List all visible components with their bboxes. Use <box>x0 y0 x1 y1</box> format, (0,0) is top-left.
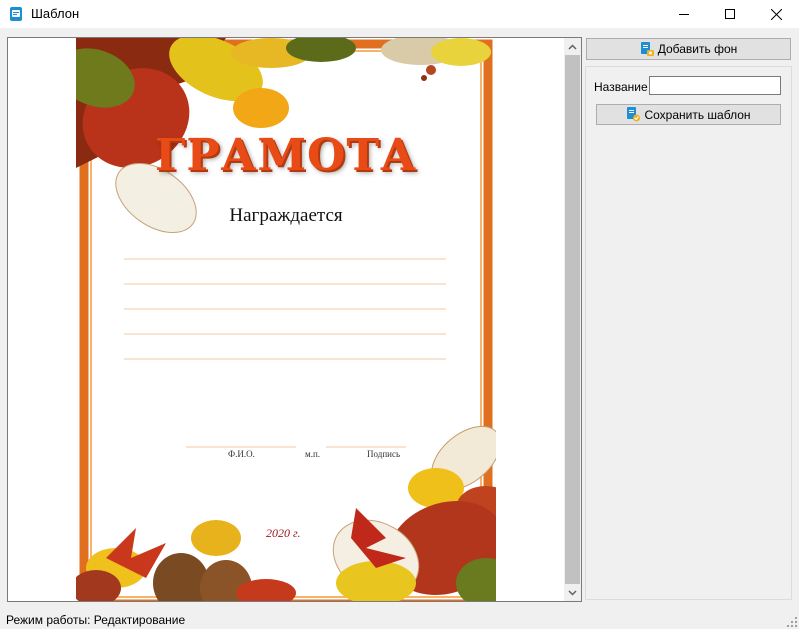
signature-label-signature: Подпись <box>367 449 401 459</box>
window-title: Шаблон <box>31 6 80 21</box>
chevron-up-icon <box>568 43 577 50</box>
close-button[interactable] <box>753 0 799 28</box>
template-canvas[interactable]: ГРАМОТА Награждается Ф.И.О. м.п. Подпись… <box>7 37 582 602</box>
minimize-button[interactable] <box>661 0 707 28</box>
chevron-down-icon <box>568 589 577 596</box>
certificate-year: 2020 г. <box>266 526 301 540</box>
name-label: Название <box>594 80 648 94</box>
title-bar: Шаблон <box>0 0 799 28</box>
certificate-title: ГРАМОТА <box>155 130 417 181</box>
certificate-subtitle: Награждается <box>229 205 343 226</box>
status-text: Режим работы: Редактирование <box>6 613 186 627</box>
app-icon <box>10 7 22 21</box>
certificate-background <box>76 38 496 601</box>
add-image-icon <box>640 41 654 56</box>
signature-label-name: Ф.И.О. <box>228 449 255 459</box>
template-name-input[interactable] <box>649 76 781 95</box>
save-template-label: Сохранить шаблон <box>644 107 751 122</box>
maximize-button[interactable] <box>707 0 753 28</box>
scroll-thumb[interactable] <box>565 55 580 584</box>
right-panel: Добавить фон Название Сохранить шаблон <box>585 37 792 600</box>
resize-grip-icon[interactable] <box>787 617 797 627</box>
add-background-label: Добавить фон <box>657 42 738 56</box>
minimize-icon <box>679 14 689 15</box>
close-icon <box>770 8 782 20</box>
save-template-button[interactable]: Сохранить шаблон <box>596 104 781 125</box>
template-settings-group <box>585 66 792 600</box>
scroll-down-button[interactable] <box>564 584 581 601</box>
save-document-icon <box>627 107 641 122</box>
certificate-preview: ГРАМОТА Награждается Ф.И.О. м.п. Подпись… <box>76 38 496 601</box>
scroll-up-button[interactable] <box>564 38 581 55</box>
signature-label-seal: м.п. <box>305 449 321 459</box>
maximize-icon <box>725 9 735 19</box>
vertical-scrollbar[interactable] <box>564 38 581 601</box>
status-bar: Режим работы: Редактирование <box>0 605 799 629</box>
add-background-button[interactable]: Добавить фон <box>586 38 791 60</box>
